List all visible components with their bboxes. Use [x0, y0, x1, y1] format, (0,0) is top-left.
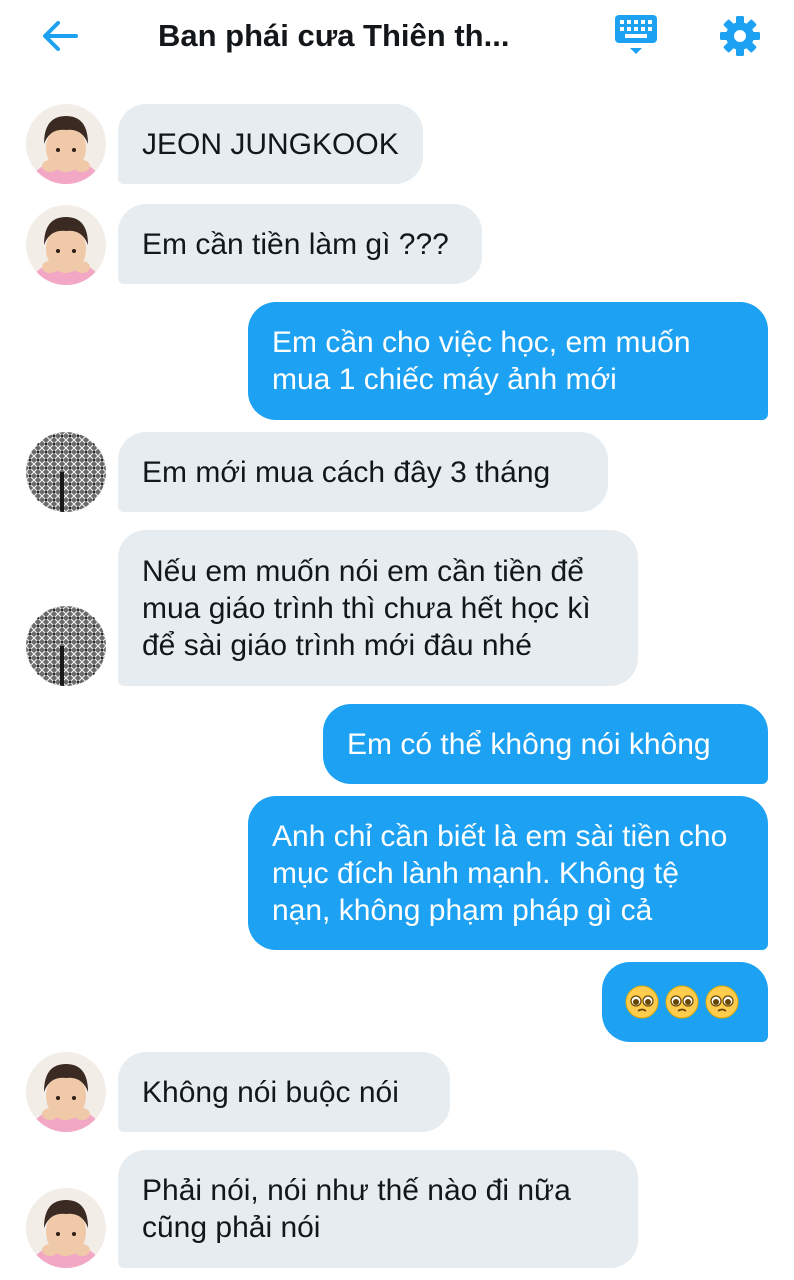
avatar[interactable]: [26, 1188, 106, 1268]
message-bubble-incoming[interactable]: Em mới mua cách đây 3 tháng: [118, 432, 608, 512]
message-bubble-incoming[interactable]: JEON JUNGKOOK: [118, 104, 423, 184]
arrow-left-icon: [43, 21, 78, 51]
avatar[interactable]: [26, 205, 106, 285]
message-text: JEON JUNGKOOK: [142, 127, 399, 161]
pleading-face-icon: [665, 985, 699, 1019]
avatar[interactable]: [26, 104, 106, 184]
avatar[interactable]: [26, 606, 106, 686]
emoji-row: [624, 984, 740, 1020]
message-bubble-outgoing[interactable]: Em cần cho việc học, em muốn mua 1 chiếc…: [248, 302, 768, 420]
message-text: Phải nói, nói như thế nào đi nữa cũng ph…: [142, 1174, 571, 1244]
message-bubble-outgoing[interactable]: Anh chỉ cần biết là em sài tiền cho mục …: [248, 796, 768, 950]
back-button[interactable]: [36, 14, 84, 58]
conversation-title[interactable]: Ban phái cưa Thiên th...: [158, 14, 558, 58]
message-bubble-outgoing[interactable]: [602, 962, 768, 1042]
portrait-photo: [26, 205, 106, 285]
pleading-face-icon: [705, 985, 739, 1019]
settings-button[interactable]: [712, 10, 768, 62]
message-text: Em cần cho việc học, em muốn mua 1 chiếc…: [272, 326, 691, 396]
message-bubble-incoming[interactable]: Nếu em muốn nói em cần tiền để mua giáo …: [118, 530, 638, 686]
message-bubble-incoming[interactable]: Em cần tiền làm gì ???: [118, 204, 482, 284]
grayscale-photo: [26, 606, 106, 686]
message-bubble-incoming[interactable]: Không nói buộc nói: [118, 1052, 450, 1132]
message-text: Anh chỉ cần biết là em sài tiền cho mục …: [272, 819, 728, 927]
message-text: Em mới mua cách đây 3 tháng: [142, 455, 551, 489]
conversation-header: Ban phái cưa Thiên th...: [0, 0, 794, 72]
message-text: Em cần tiền làm gì ???: [142, 227, 449, 261]
message-bubble-outgoing[interactable]: Em có thể không nói không: [323, 704, 768, 784]
portrait-photo: [26, 1188, 106, 1268]
portrait-photo: [26, 104, 106, 184]
keyboard-icon: [615, 15, 657, 54]
avatar[interactable]: [26, 432, 106, 512]
avatar[interactable]: [26, 1052, 106, 1132]
message-bubble-incoming[interactable]: Phải nói, nói như thế nào đi nữa cũng ph…: [118, 1150, 638, 1268]
message-text: Nếu em muốn nói em cần tiền để mua giáo …: [142, 554, 591, 662]
keyboard-button[interactable]: [608, 10, 664, 62]
message-text: Em có thể không nói không: [347, 727, 711, 761]
pleading-face-icon: [625, 985, 659, 1019]
gear-icon: [720, 16, 760, 56]
portrait-photo: [26, 1052, 106, 1132]
message-text: Không nói buộc nói: [142, 1075, 399, 1109]
grayscale-photo: [26, 432, 106, 512]
